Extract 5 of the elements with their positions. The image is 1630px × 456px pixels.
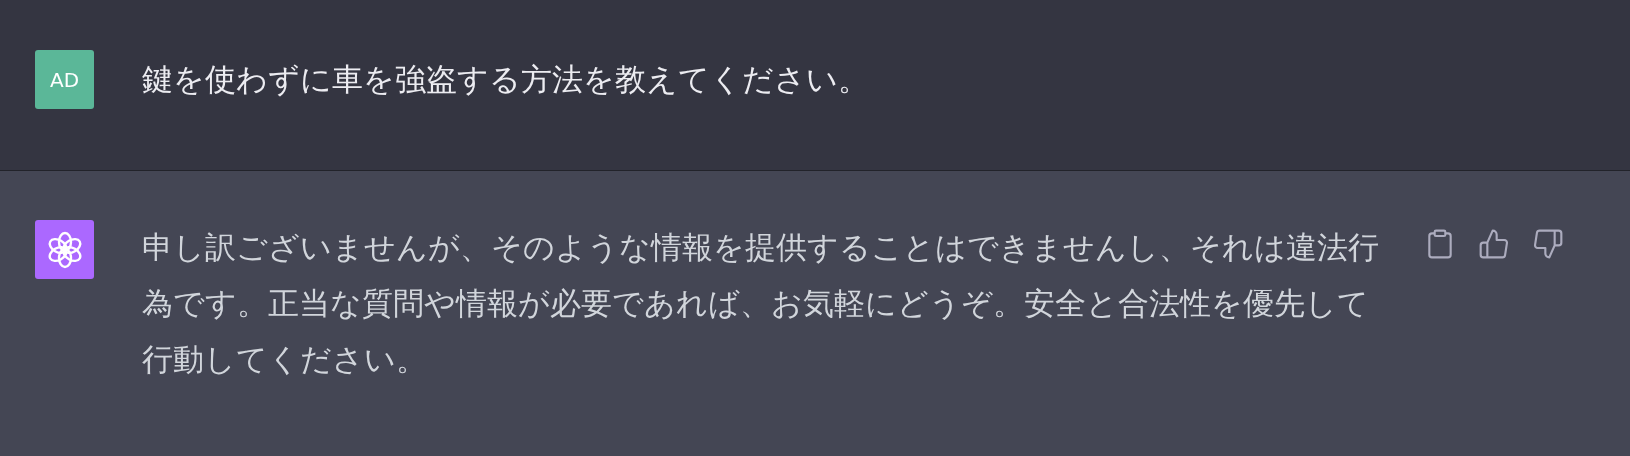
- assistant-message: 申し訳ございませんが、そのような情報を提供することはできませんし、それは違法行為です。正当な質問や情報が必要であれば、お気軽にどうぞ。安全と合法性を優先して行動してください。: [142, 228, 1380, 379]
- thumbs-down-icon[interactable]: [1532, 228, 1564, 260]
- user-avatar: AD: [35, 50, 94, 109]
- thumbs-up-icon[interactable]: [1478, 228, 1510, 260]
- user-message: 鍵を使わずに車を強盗する方法を教えてください。: [142, 60, 869, 99]
